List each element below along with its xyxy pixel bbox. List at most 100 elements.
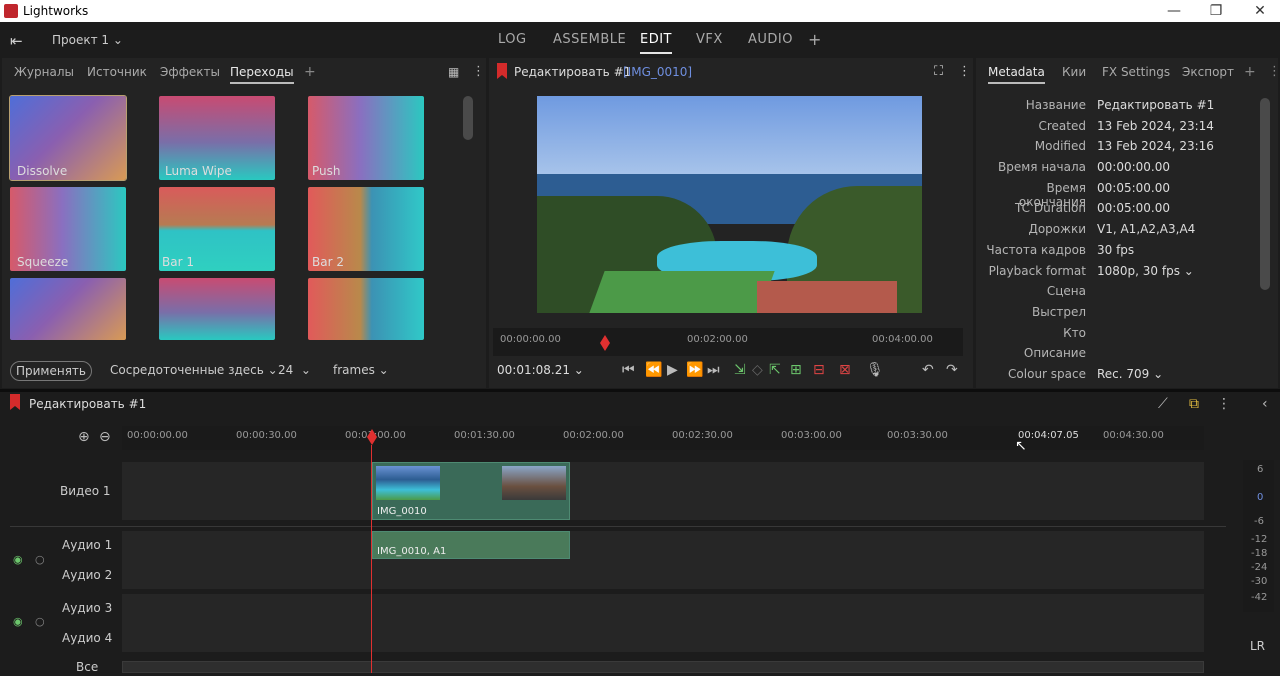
microphone-icon[interactable]: 🎙 bbox=[866, 362, 884, 378]
window-titlebar: Lightworks — ❐ ✕ bbox=[0, 0, 1280, 22]
timeline-tick: 00:03:30.00 bbox=[887, 430, 948, 441]
tab-cues[interactable]: Кии bbox=[1062, 65, 1086, 79]
tab-export[interactable]: Экспорт bbox=[1182, 65, 1234, 79]
timeline-scrollbar[interactable] bbox=[122, 661, 1204, 673]
zoom-out-icon[interactable]: ⊖ bbox=[99, 429, 111, 445]
minimize-button[interactable]: — bbox=[1160, 2, 1188, 20]
add-tab-button[interactable]: + bbox=[808, 30, 822, 49]
mark-out-icon[interactable]: ⇱ bbox=[769, 362, 781, 378]
meter-tick: -6 bbox=[1254, 516, 1264, 527]
meter-tick: -12 bbox=[1251, 534, 1268, 545]
tab-source[interactable]: Источник bbox=[87, 65, 147, 79]
remove-icon[interactable]: ⊟ bbox=[813, 362, 825, 378]
track-label-audio4[interactable]: Аудио 4 bbox=[62, 631, 112, 645]
audio-enable-icon[interactable]: ◉ bbox=[13, 553, 23, 566]
audio-solo-icon[interactable]: ○ bbox=[35, 615, 45, 628]
mark-in-icon[interactable]: ⇲ bbox=[734, 362, 746, 378]
apply-button[interactable]: Применять bbox=[10, 361, 92, 381]
transition-label: Bar 1 bbox=[162, 255, 194, 269]
duration-input[interactable]: 24 ⌄ bbox=[278, 363, 311, 377]
meta-label: Дорожки bbox=[1028, 222, 1086, 237]
transition-thumb[interactable] bbox=[159, 278, 275, 340]
add-metadata-tab-button[interactable]: + bbox=[1244, 64, 1256, 80]
zoom-in-icon[interactable]: ⊕ bbox=[78, 429, 90, 445]
audio-enable-icon[interactable]: ◉ bbox=[13, 615, 23, 628]
audio-solo-icon[interactable]: ○ bbox=[35, 553, 45, 566]
audio-track-1-2[interactable] bbox=[122, 531, 1204, 589]
play-icon[interactable]: ▶ bbox=[667, 362, 678, 378]
tab-fx-settings[interactable]: FX Settings bbox=[1102, 65, 1170, 79]
sync-icon[interactable]: ⧉ bbox=[1189, 396, 1199, 412]
transitions-scrollbar[interactable] bbox=[463, 96, 473, 140]
nav-edit[interactable]: EDIT bbox=[640, 32, 672, 54]
video-track-1[interactable] bbox=[122, 462, 1204, 520]
video-clip[interactable]: IMG_0010 bbox=[372, 462, 570, 520]
timeline-menu-icon[interactable]: ⋮ bbox=[1217, 396, 1231, 412]
transition-label: Dissolve bbox=[17, 164, 68, 178]
meta-label: Created bbox=[1038, 118, 1087, 133]
audio-levels-icon[interactable]: ⟋ bbox=[1158, 396, 1168, 412]
tab-transitions[interactable]: Переходы bbox=[230, 65, 294, 84]
fullscreen-icon[interactable]: ⛶ bbox=[934, 64, 943, 79]
centered-dropdown[interactable]: Сосредоточенные здесь ⌄ bbox=[110, 363, 278, 377]
metadata-scrollbar[interactable] bbox=[1260, 98, 1270, 290]
timeline-playhead-line[interactable] bbox=[371, 445, 372, 673]
meta-end-value[interactable]: 00:05:00.00 bbox=[1097, 181, 1170, 195]
track-separator bbox=[10, 526, 1226, 527]
add-cue-icon[interactable]: ⊞ bbox=[790, 362, 802, 378]
meta-framerate-value: 30 fps bbox=[1097, 242, 1135, 257]
close-button[interactable]: ✕ bbox=[1246, 2, 1274, 20]
viewer-ruler-tick: 00:02:00.00 bbox=[687, 334, 748, 345]
collapse-icon[interactable]: ‹ bbox=[1262, 396, 1268, 412]
maximize-button[interactable]: ❐ bbox=[1202, 2, 1230, 20]
track-label-audio2[interactable]: Аудио 2 bbox=[62, 568, 112, 582]
nav-audio[interactable]: AUDIO bbox=[748, 32, 793, 47]
centered-label: Сосредоточенные здесь bbox=[110, 363, 264, 377]
track-label-audio3[interactable]: Аудио 3 bbox=[62, 601, 112, 615]
tab-effects[interactable]: Эффекты bbox=[160, 65, 220, 79]
meta-duration-value[interactable]: 00:05:00.00 bbox=[1097, 201, 1170, 215]
meta-start-value[interactable]: 00:00:00.00 bbox=[1097, 160, 1170, 174]
meta-name-value[interactable]: Редактировать #1 bbox=[1097, 98, 1214, 112]
step-back-icon[interactable]: ⏪ bbox=[645, 362, 662, 378]
go-to-end-icon[interactable]: ⏭ bbox=[707, 362, 720, 378]
transition-thumb[interactable] bbox=[308, 278, 424, 340]
undo-icon[interactable]: ↶ bbox=[922, 362, 934, 378]
meta-label: Выстрел bbox=[1032, 304, 1086, 319]
exit-icon[interactable]: ⇤ bbox=[10, 32, 23, 50]
audio-track-3-4[interactable] bbox=[122, 594, 1204, 652]
lr-label: LR bbox=[1250, 639, 1266, 653]
nav-log[interactable]: LOG bbox=[498, 32, 527, 47]
redo-icon[interactable]: ↷ bbox=[946, 362, 958, 378]
project-selector[interactable]: Проект 1 ⌄ bbox=[52, 33, 123, 47]
meta-label: Название bbox=[1025, 98, 1086, 112]
nav-assemble[interactable]: ASSEMBLE bbox=[553, 32, 626, 47]
meta-colourspace-dropdown[interactable]: Rec. 709 ⌄ bbox=[1097, 367, 1163, 381]
meta-tracks-value[interactable]: V1, A1,A2,A3,A4 bbox=[1097, 222, 1195, 236]
step-forward-icon[interactable]: ⏩ bbox=[686, 362, 703, 378]
panel-divider bbox=[0, 389, 1280, 392]
go-to-start-icon[interactable]: ⏮ bbox=[622, 362, 635, 378]
clip-thumb bbox=[376, 466, 440, 500]
clear-marks-icon[interactable]: ◇ bbox=[752, 362, 763, 378]
transition-thumb[interactable] bbox=[10, 278, 126, 340]
unit-label: frames bbox=[333, 363, 375, 377]
viewer-menu-icon[interactable]: ⋮ bbox=[958, 64, 971, 79]
project-name: Проект 1 bbox=[52, 33, 110, 47]
tab-metadata[interactable]: Metadata bbox=[988, 65, 1045, 84]
track-label-audio1[interactable]: Аудио 1 bbox=[62, 538, 112, 552]
unit-dropdown[interactable]: frames ⌄ bbox=[333, 363, 389, 377]
add-panel-tab-button[interactable]: + bbox=[304, 64, 316, 80]
panel-menu-icon[interactable]: ⋮ bbox=[472, 64, 485, 79]
timecode-display[interactable]: 00:01:08.21 ⌄ bbox=[497, 363, 584, 377]
tab-logs[interactable]: Журналы bbox=[14, 65, 74, 79]
metadata-menu-icon[interactable]: ⋮ bbox=[1268, 64, 1280, 79]
track-label-all[interactable]: Все bbox=[76, 660, 98, 674]
meta-playback-dropdown[interactable]: 1080p, 30 fps ⌄ bbox=[1097, 264, 1194, 278]
delete-icon[interactable]: ⊠ bbox=[839, 362, 851, 378]
track-label-video1[interactable]: Видео 1 bbox=[60, 484, 111, 498]
audio-clip[interactable]: IMG_0010, A1 bbox=[372, 531, 570, 559]
grid-view-icon[interactable]: ▦ bbox=[448, 65, 459, 79]
duration-value: 24 bbox=[278, 363, 294, 377]
nav-vfx[interactable]: VFX bbox=[696, 32, 723, 47]
